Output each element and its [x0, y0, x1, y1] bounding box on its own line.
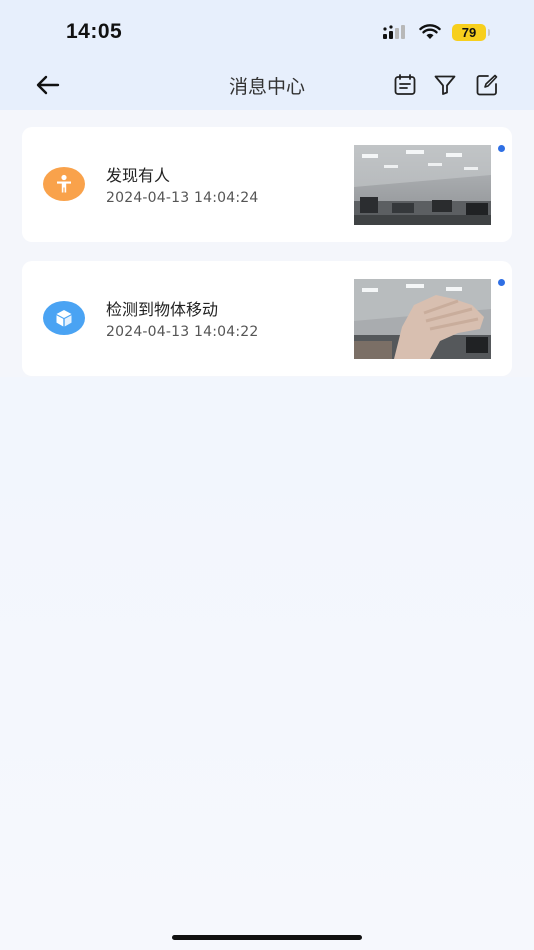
- edit-icon[interactable]: [475, 73, 499, 97]
- status-time: 14:05: [66, 20, 123, 43]
- message-timestamp: 2024-04-13 14:04:24: [106, 190, 259, 206]
- message-card[interactable]: 检测到物体移动 2024-04-13 14:04:22: [22, 261, 512, 376]
- nav-bar: 消息中心: [0, 60, 534, 110]
- home-indicator: [172, 935, 362, 940]
- message-timestamp: 2024-04-13 14:04:22: [106, 324, 259, 340]
- message-title: 检测到物体移动: [106, 300, 219, 319]
- unread-dot: [498, 145, 505, 152]
- wifi-icon: [419, 24, 441, 39]
- message-card[interactable]: 发现有人 2024-04-13 14:04:24: [22, 127, 512, 242]
- battery-indicator: 79: [452, 24, 490, 41]
- person-icon: [43, 167, 85, 201]
- filter-icon[interactable]: [433, 73, 457, 97]
- calendar-icon[interactable]: [393, 73, 417, 97]
- cellular-signal-icon: [383, 25, 405, 39]
- unread-dot: [498, 279, 505, 286]
- message-title: 发现有人: [106, 166, 171, 185]
- cube-icon: [43, 301, 85, 335]
- status-bar: 14:05 79: [0, 0, 534, 60]
- message-list: 发现有人 2024-04-13 14:04:24 检测到物体移动 2024-04…: [0, 110, 534, 377]
- snapshot-thumbnail[interactable]: [354, 279, 491, 359]
- snapshot-thumbnail[interactable]: [354, 145, 491, 225]
